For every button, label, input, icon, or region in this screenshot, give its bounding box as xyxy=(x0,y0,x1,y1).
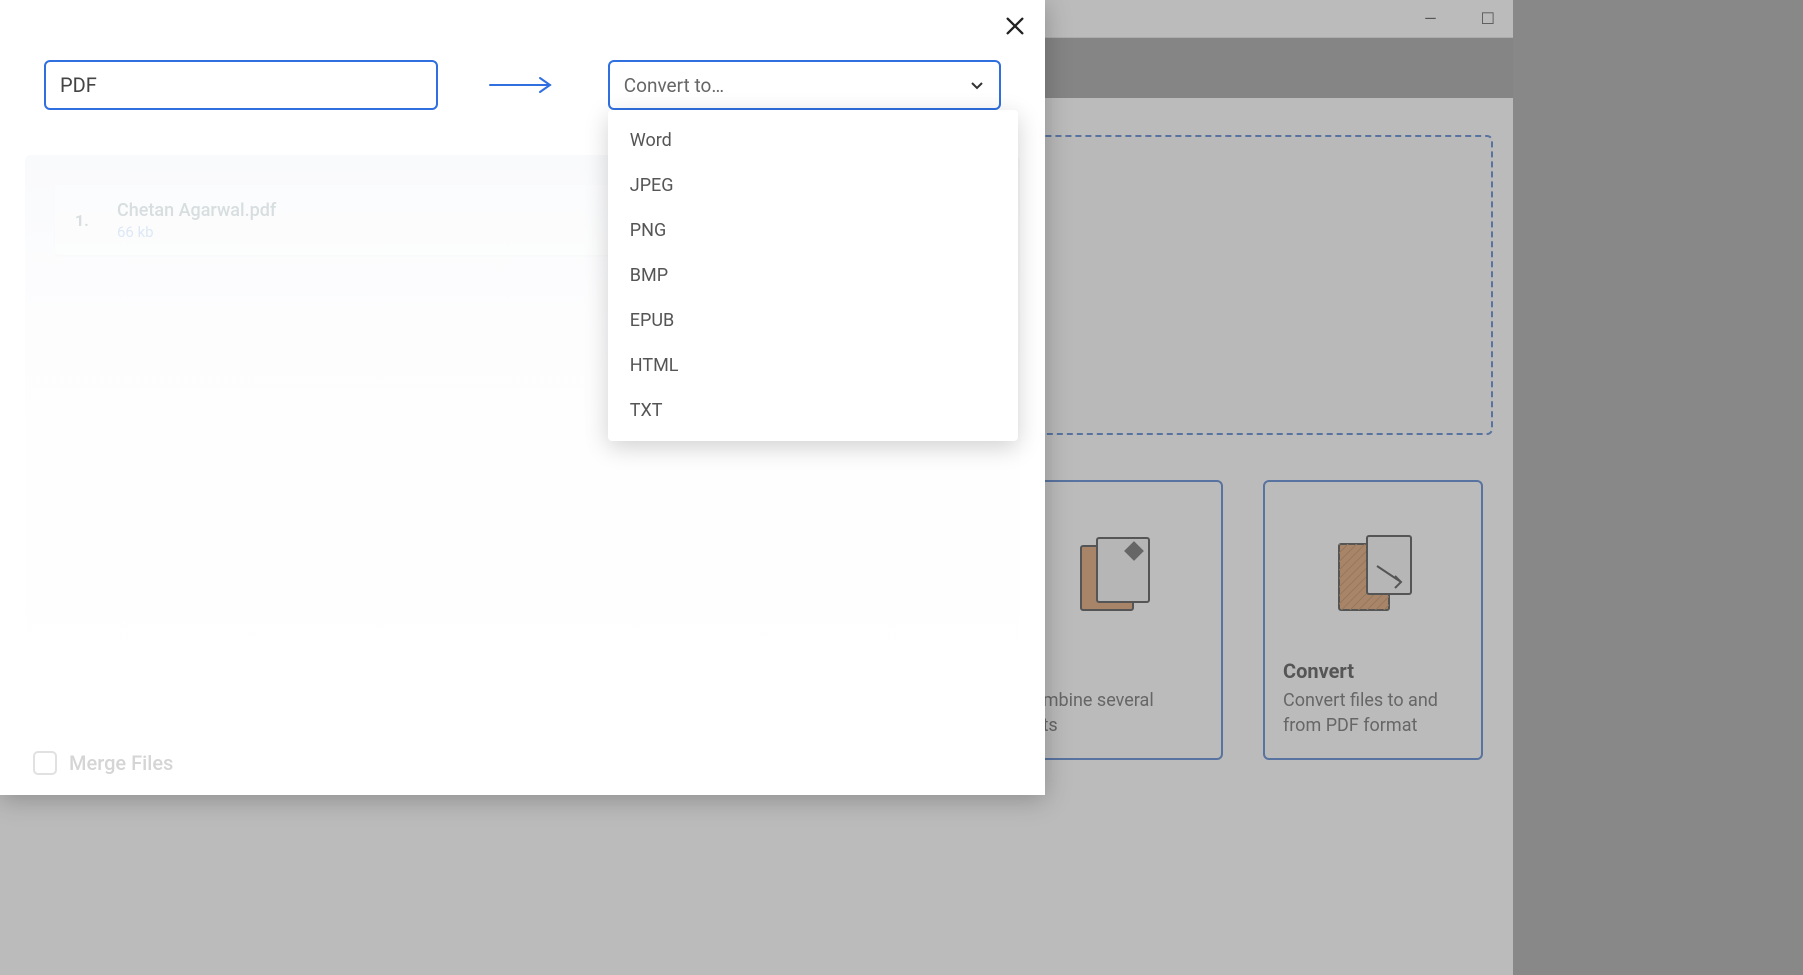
merge-desc: combine several ents xyxy=(1023,689,1203,738)
dropdown-option-epub[interactable]: EPUB xyxy=(608,298,1018,343)
chevron-down-icon xyxy=(969,77,985,93)
convert-to-select[interactable]: Convert to… xyxy=(608,60,1001,110)
arrow-right-icon xyxy=(488,75,558,95)
close-button[interactable] xyxy=(999,10,1031,42)
merge-files-label: Merge Files xyxy=(69,751,173,775)
convert-to-placeholder: Convert to… xyxy=(624,74,724,97)
merge-title: e xyxy=(1023,659,1203,683)
merge-files-checkbox[interactable] xyxy=(33,751,57,775)
file-name: Chetan Agarwal.pdf xyxy=(117,200,276,221)
dropdown-option-txt[interactable]: TXT xyxy=(608,388,1018,433)
maximize-button[interactable]: ☐ xyxy=(1473,3,1503,34)
merge-icon xyxy=(1023,502,1203,649)
source-format-input[interactable]: PDF xyxy=(44,60,438,110)
dropdown-option-bmp[interactable]: BMP xyxy=(608,253,1018,298)
minimize-button[interactable]: — xyxy=(1416,3,1445,34)
file-number: 1. xyxy=(75,211,99,230)
convert-modal: PDF Convert to… Word JPEG PNG BMP EPUB H… xyxy=(0,0,1045,795)
dropdown-option-png[interactable]: PNG xyxy=(608,208,1018,253)
convert-desc: Convert files to and from PDF format xyxy=(1283,689,1463,738)
dropdown-option-word[interactable]: Word xyxy=(608,118,1018,163)
merge-files-row: Merge Files xyxy=(33,751,173,775)
dropdown-option-jpeg[interactable]: JPEG xyxy=(608,163,1018,208)
convert-title: Convert xyxy=(1283,659,1463,683)
file-size: 66 kb xyxy=(117,223,276,241)
dropdown-option-html[interactable]: HTML xyxy=(608,343,1018,388)
convert-icon xyxy=(1283,502,1463,649)
format-row: PDF Convert to… Word JPEG PNG BMP EPUB H… xyxy=(0,0,1045,110)
window-controls: — ☐ xyxy=(1416,0,1503,36)
convert-card[interactable]: Convert Convert files to and from PDF fo… xyxy=(1263,480,1483,760)
convert-to-dropdown: Word JPEG PNG BMP EPUB HTML TXT xyxy=(608,110,1018,441)
